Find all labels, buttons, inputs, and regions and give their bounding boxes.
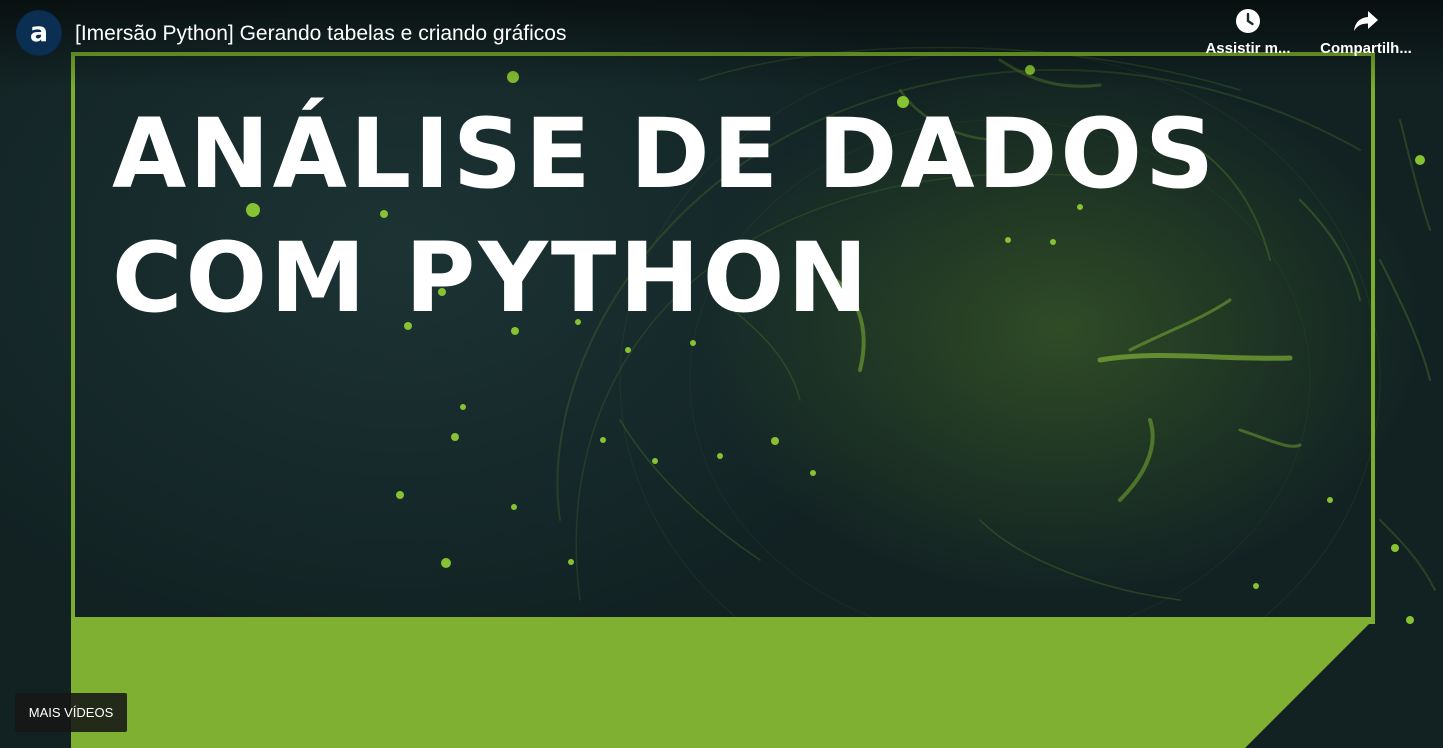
- headline-line-2: COM PYTHON: [112, 222, 871, 334]
- headline-line-1: ANÁLISE DE DADOS: [112, 98, 1218, 210]
- channel-avatar[interactable]: a: [16, 10, 62, 56]
- watch-later-button[interactable]: Assistir m...: [1196, 8, 1300, 57]
- share-arrow-icon: [1354, 11, 1378, 31]
- clock-icon: [1236, 9, 1260, 33]
- video-title-link[interactable]: [Imersão Python] Gerando tabelas e crian…: [75, 20, 566, 48]
- share-button[interactable]: Compartilh...: [1314, 8, 1418, 57]
- channel-logo-icon: a: [17, 11, 61, 55]
- watch-later-label: Assistir m...: [1205, 40, 1291, 57]
- more-videos-button[interactable]: MAIS VÍDEOS: [15, 693, 127, 732]
- thumbnail-headline: ANÁLISE DE DADOS COM PYTHON: [112, 92, 1217, 340]
- share-label: Compartilh...: [1320, 40, 1412, 57]
- svg-text:a: a: [30, 17, 48, 48]
- video-player[interactable]: ANÁLISE DE DADOS COM PYTHON a [Imersão P…: [0, 0, 1443, 748]
